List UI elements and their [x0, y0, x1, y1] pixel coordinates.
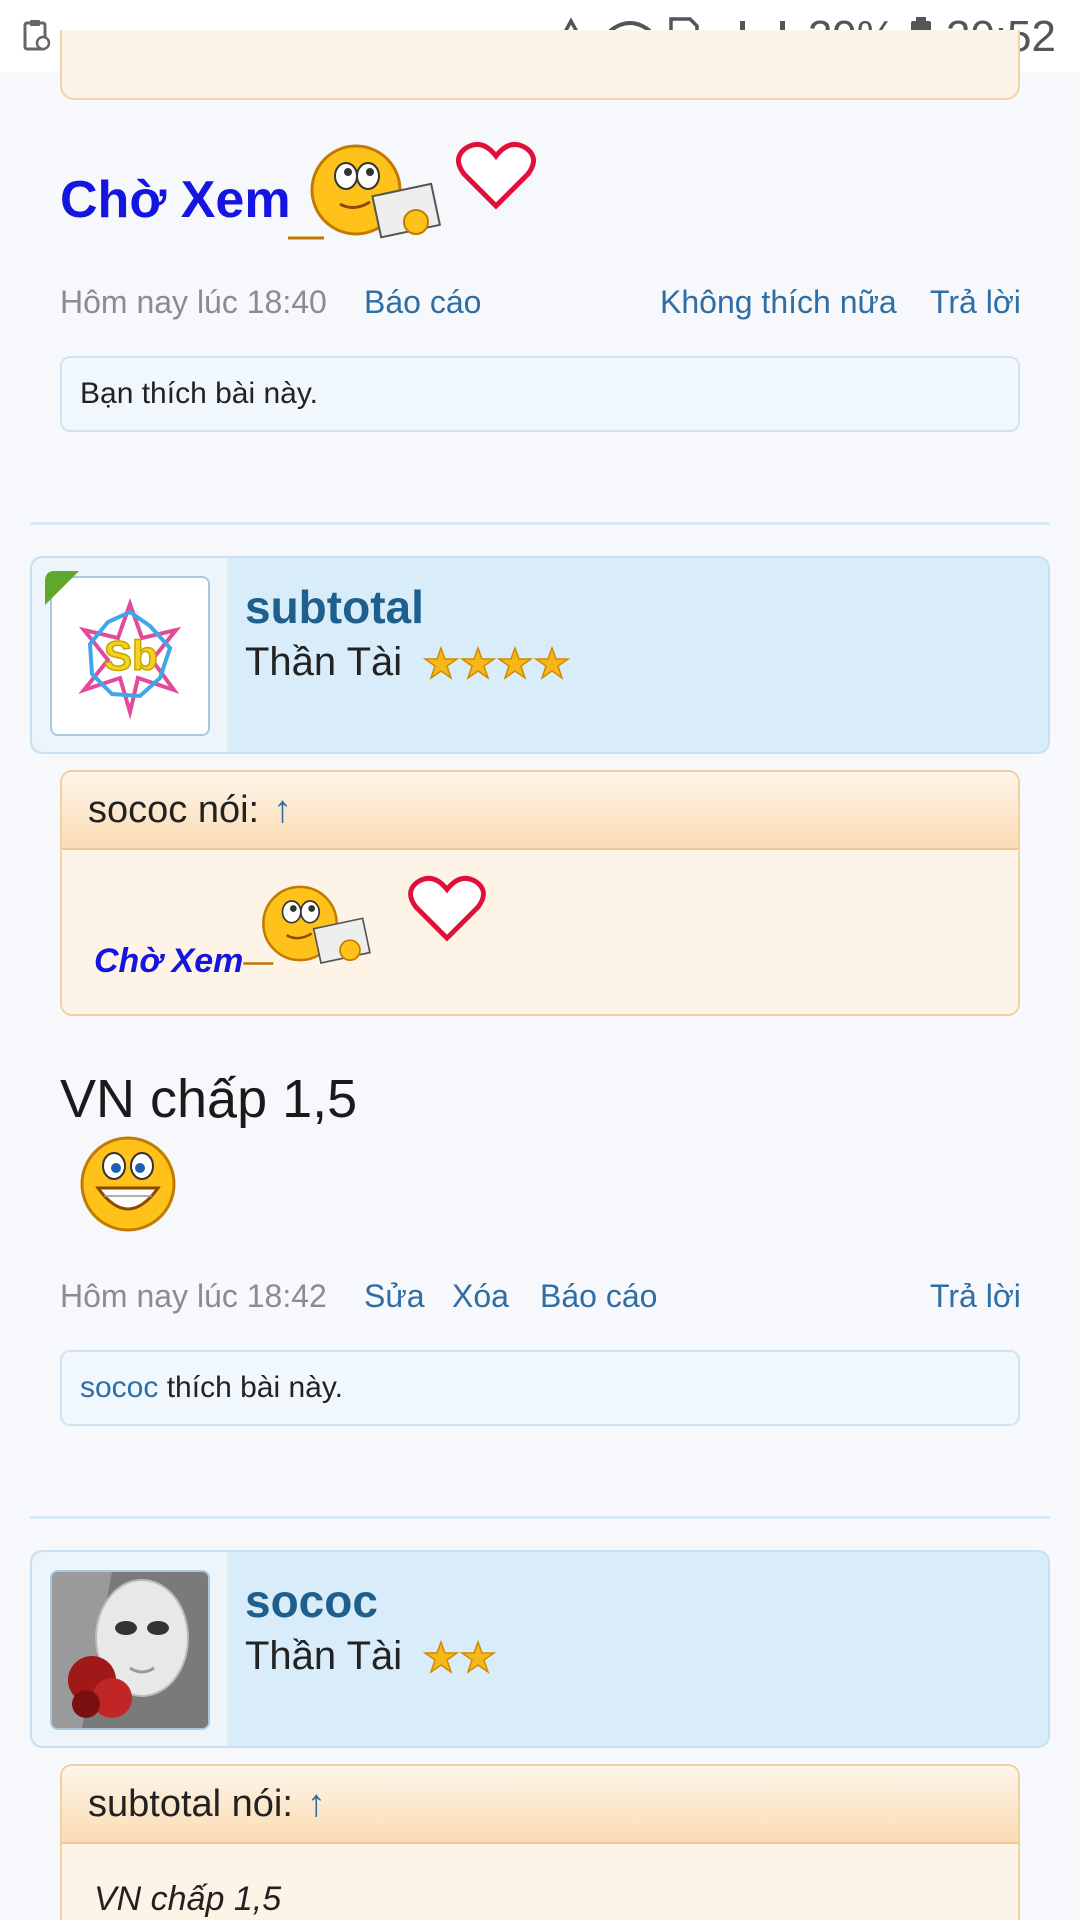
rank-stars	[423, 646, 573, 682]
user-card: sococ Thần Tài	[30, 1550, 1050, 1748]
reading-smiley-icon	[284, 138, 464, 253]
user-card: Sb subtotal Thần Tài	[30, 556, 1050, 754]
user-title-text: Thần Tài	[245, 1634, 403, 1678]
clipboard-icon	[22, 18, 52, 52]
post-timestamp: Hôm nay lúc 18:40	[60, 284, 327, 320]
post-timestamp: Hôm nay lúc 18:42	[60, 1278, 327, 1314]
post-message-text: Chờ Xem	[60, 171, 291, 229]
jump-to-quote-arrow[interactable]: ↑	[307, 1783, 326, 1826]
report-link[interactable]: Báo cáo	[364, 284, 481, 321]
avatar-container: Sb	[32, 558, 227, 752]
delete-link[interactable]: Xóa	[452, 1278, 509, 1315]
quote-block: subtotal nói: ↑ VN chấp 1,5	[60, 1764, 1020, 1920]
post-message-text: VN chấp 1,5	[60, 1069, 358, 1129]
quote-block: sococ nói: ↑ Chờ Xem	[60, 770, 1020, 1016]
unlike-link[interactable]: Không thích nữa	[660, 284, 897, 321]
quote-text: Chờ Xem	[94, 942, 244, 980]
post-divider	[30, 522, 1050, 525]
star-icon	[423, 646, 571, 681]
star-icon	[423, 1640, 497, 1675]
reply-link[interactable]: Trả lời	[930, 284, 1021, 321]
big-grin-smiley-icon	[78, 1134, 178, 1239]
online-indicator	[45, 571, 79, 605]
likes-text: Bạn thích bài này.	[80, 377, 318, 410]
app-root: 29% 20:52 Chờ Xem Hôm nay lúc 18:40 Báo …	[0, 0, 1080, 1920]
quote-author: sococ nói:	[88, 788, 260, 831]
likes-text: thích bài này.	[158, 1371, 343, 1404]
post-message: Chờ Xem	[60, 170, 291, 230]
user-title: Thần Tài	[245, 1634, 499, 1679]
jump-to-quote-arrow[interactable]: ↑	[273, 789, 292, 832]
user-title-text: Thần Tài	[245, 640, 403, 684]
reply-link[interactable]: Trả lời	[930, 1278, 1021, 1315]
liker-link[interactable]: sococ	[80, 1371, 158, 1405]
edit-link[interactable]: Sửa	[364, 1278, 425, 1315]
reading-smiley-icon	[240, 880, 390, 977]
username[interactable]: subtotal	[245, 580, 424, 634]
heart-icon	[408, 874, 486, 947]
svg-text:Sb: Sb	[104, 632, 158, 679]
user-title: Thần Tài	[245, 640, 573, 685]
rank-stars	[423, 1640, 499, 1676]
likes-summary: sococ thích bài này.	[60, 1350, 1020, 1426]
quote-author: subtotal nói:	[88, 1782, 293, 1825]
report-link[interactable]: Báo cáo	[540, 1278, 657, 1315]
quote-text: VN chấp 1,5	[94, 1880, 282, 1918]
username[interactable]: sococ	[245, 1574, 378, 1628]
quote-header: subtotal nói: ↑	[62, 1766, 1018, 1844]
quote-box-remnant	[60, 30, 1020, 100]
post-divider	[30, 1516, 1050, 1519]
avatar-container	[32, 1552, 227, 1746]
heart-icon	[456, 140, 536, 215]
avatar[interactable]	[50, 1570, 210, 1730]
likes-summary: Bạn thích bài này.	[60, 356, 1020, 432]
quote-header: sococ nói: ↑	[62, 772, 1018, 850]
